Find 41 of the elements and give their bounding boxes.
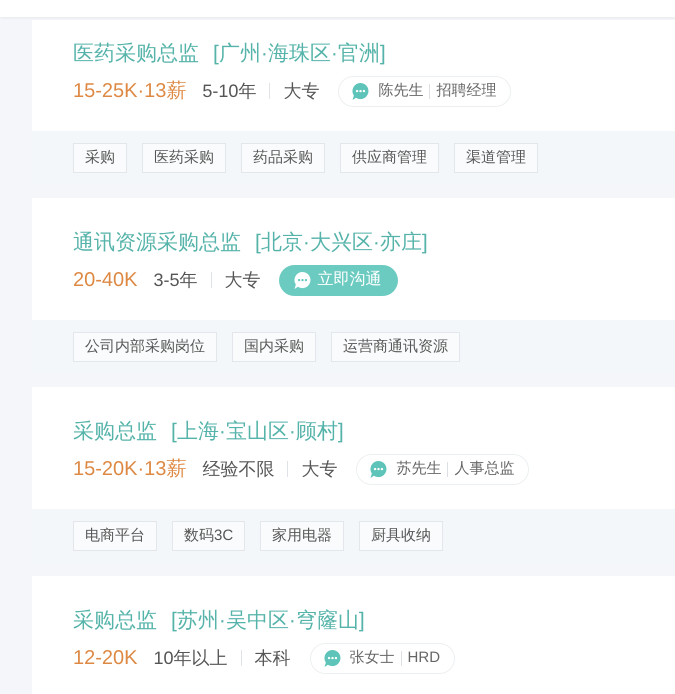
experience-requirement: 经验不限	[202, 458, 274, 480]
recruiter-chip[interactable]: 苏先生 人事总监	[356, 454, 530, 484]
education-requirement: 大专	[301, 458, 338, 480]
recruiter-chip[interactable]: 张女士 HRD	[310, 642, 456, 674]
experience-requirement: 5-10年	[202, 80, 256, 102]
skill-tag[interactable]: 供应商管理	[340, 143, 439, 173]
chat-bubble-icon	[322, 648, 342, 668]
education-requirement: 大专	[224, 268, 261, 292]
skill-tag[interactable]: 采购	[73, 143, 127, 173]
recruiter-name: 陈先生	[378, 80, 424, 101]
skill-tag[interactable]: 公司内部采购岗位	[73, 332, 217, 362]
recruiter-name: 苏先生	[396, 458, 442, 479]
skill-tag[interactable]: 数码3C	[172, 521, 246, 551]
salary-range: 15-20K·13薪	[73, 457, 186, 482]
skill-tag[interactable]: 电商平台	[73, 521, 157, 551]
skill-tag[interactable]: 运营商通讯资源	[331, 332, 460, 362]
chat-bubble-icon	[369, 460, 388, 478]
job-location: [上海·宝山区·顾村]	[171, 419, 344, 446]
recruiter-name: 张女士	[350, 648, 395, 668]
recruiter-role: 招聘经理	[436, 80, 496, 101]
job-location: [北京·大兴区·亦庄]	[255, 230, 428, 256]
job-location: [苏州·吴中区·穹窿山]	[171, 608, 365, 634]
salary-range: 15-25K·13薪	[73, 79, 186, 104]
recruiter-chip[interactable]: 陈先生 招聘经理	[338, 76, 512, 106]
skill-tag[interactable]: 渠道管理	[454, 143, 538, 173]
salary-range: 12-20K	[73, 646, 138, 671]
job-location: [广州·海珠区·官洲]	[213, 41, 386, 68]
skill-tag[interactable]: 家用电器	[260, 521, 344, 551]
chat-bubble-icon	[292, 270, 312, 290]
skill-tag[interactable]: 医药采购	[142, 143, 226, 173]
skill-tag[interactable]: 厨具收纳	[359, 521, 444, 551]
recruiter-role: 人事总监	[454, 458, 514, 479]
experience-requirement: 10年以上	[154, 646, 228, 670]
experience-requirement: 3-5年	[154, 268, 198, 292]
recruiter-role: HRD	[408, 648, 440, 668]
salary-range: 20-40K	[73, 268, 138, 293]
education-requirement: 大专	[283, 80, 320, 102]
chat-bubble-icon	[351, 82, 370, 100]
skill-tag[interactable]: 药品采购	[241, 143, 325, 173]
education-requirement: 本科	[254, 646, 291, 670]
skill-tag[interactable]: 国内采购	[232, 332, 316, 362]
